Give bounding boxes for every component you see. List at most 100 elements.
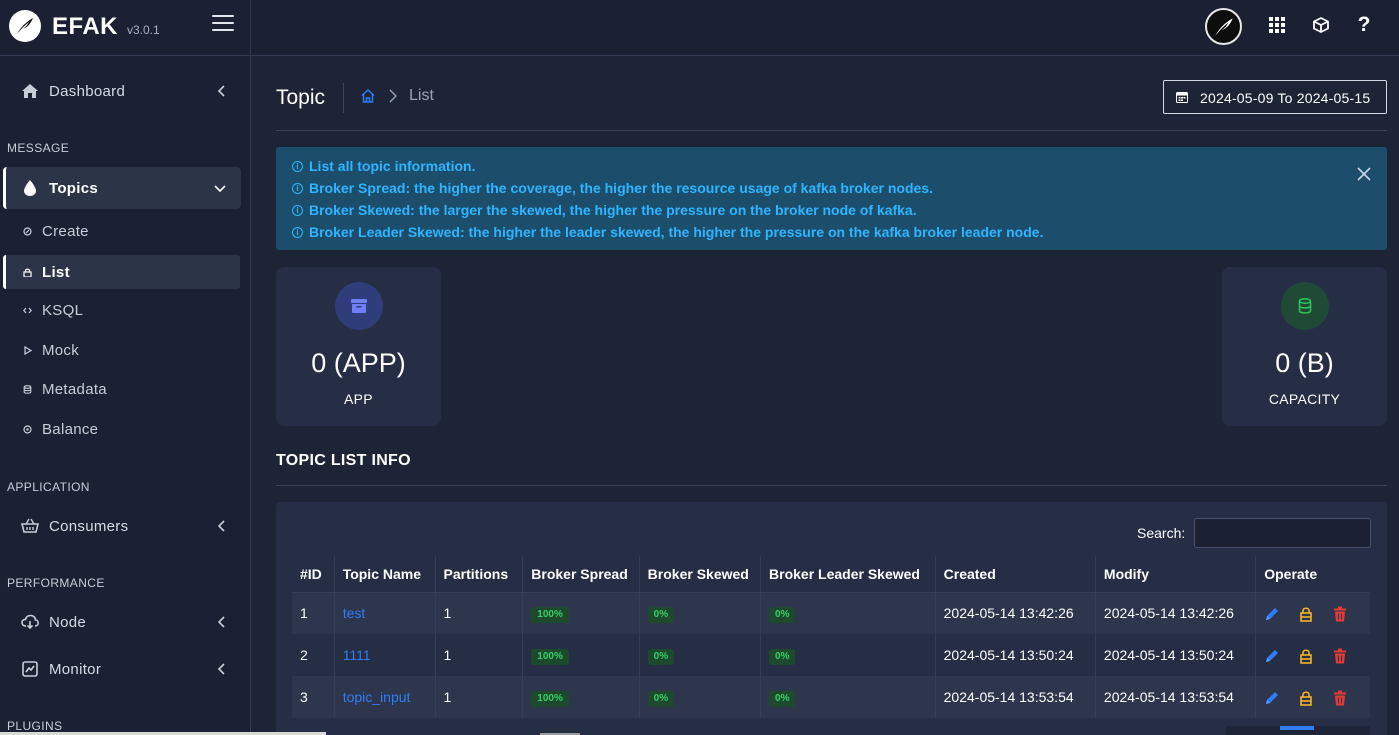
info-circle-icon: i — [292, 204, 303, 216]
cell-topic-name: test — [334, 592, 436, 634]
column-header[interactable]: Broker Spread — [522, 556, 640, 593]
play-icon — [23, 345, 32, 355]
table-row: 3 topic_input 1 100% 0% 0% 2024-05-14 13… — [292, 676, 1370, 718]
sidebar-subitem-ksql[interactable]: KSQL — [3, 293, 240, 327]
topic-name-link[interactable]: 1111 — [343, 647, 371, 663]
column-header[interactable]: Broker Skewed — [639, 556, 762, 593]
cloud-download-icon — [20, 612, 40, 632]
trash-icon[interactable] — [1332, 606, 1348, 622]
help-icon[interactable]: ? — [1353, 14, 1375, 36]
search-input[interactable] — [1194, 518, 1371, 548]
edit-pencil-icon[interactable] — [1264, 690, 1280, 706]
sidebar-subitem-metadata[interactable]: Metadata — [3, 372, 240, 406]
topic-name-link[interactable]: test — [343, 605, 366, 621]
column-header[interactable]: Modify — [1095, 556, 1257, 593]
alert-line: i Broker Leader Skewed: the higher the l… — [292, 224, 1043, 240]
column-header[interactable]: #ID — [292, 556, 335, 593]
pagination-active-page[interactable] — [1280, 726, 1314, 730]
sidebar-item-consumers[interactable]: Consumers — [3, 505, 241, 547]
droplet-icon — [20, 178, 40, 198]
cell-partitions: 1 — [435, 676, 524, 718]
column-header[interactable]: Topic Name — [334, 556, 436, 593]
divider — [276, 130, 1387, 131]
topic-table-card: Search: #ID Topic Name Partitions Broker… — [276, 502, 1387, 735]
close-icon[interactable] — [1357, 167, 1371, 181]
chevron-left-icon — [217, 616, 225, 628]
cell-partitions: 1 — [435, 634, 524, 676]
archive-icon — [335, 282, 383, 330]
user-avatar[interactable] — [1205, 8, 1242, 45]
date-range-picker[interactable]: 2024-05-09 To 2024-05-15 — [1163, 80, 1387, 114]
trash-icon[interactable] — [1332, 690, 1348, 706]
cell-created: 2024-05-14 13:53:54 — [935, 676, 1096, 718]
menu-toggle-icon[interactable] — [212, 15, 234, 35]
cell-partitions: 1 — [435, 592, 524, 634]
column-header: Operate — [1255, 556, 1370, 593]
alert-line: i Broker Spread: the higher the coverage… — [292, 180, 933, 196]
sidebar-subitem-label: Metadata — [42, 380, 107, 398]
sidebar-item-node[interactable]: Node — [3, 601, 241, 643]
sidebar-item-topics[interactable]: Topics — [3, 167, 241, 209]
basket-icon — [20, 516, 40, 536]
leader-skewed-badge: 0% — [769, 606, 796, 623]
cell-modify: 2024-05-14 13:42:26 — [1095, 592, 1257, 634]
lock-icon[interactable] — [1298, 606, 1314, 622]
sidebar-subitem-label: Create — [42, 222, 89, 240]
sidebar-item-label: Topics — [49, 179, 99, 197]
column-header[interactable]: Created — [935, 556, 1096, 593]
chevron-left-icon — [217, 663, 225, 675]
sidebar-subitem-create[interactable]: Create — [3, 214, 240, 248]
lock-icon[interactable] — [1298, 648, 1314, 664]
breadcrumb-divider — [343, 83, 344, 113]
cell-created: 2024-05-14 13:42:26 — [935, 592, 1096, 634]
table-header-row: #ID Topic Name Partitions Broker Spread … — [292, 556, 1370, 593]
cell-id: 2 — [292, 634, 335, 676]
cell-operate — [1255, 592, 1370, 634]
breadcrumb-home-icon[interactable] — [360, 88, 376, 104]
sidebar-item-dashboard[interactable]: Dashboard — [3, 70, 241, 112]
cell-topic-name: 1111 — [334, 634, 436, 676]
info-circle-icon: i — [292, 182, 303, 194]
broker-skewed-badge: 0% — [647, 648, 675, 665]
edit-pencil-icon[interactable] — [1264, 606, 1280, 622]
sidebar-subitem-balance[interactable]: Balance — [3, 412, 240, 446]
calendar-icon — [1176, 92, 1188, 103]
section-title-plugins: PLUGINS — [7, 719, 63, 733]
leader-skewed-badge: 0% — [769, 648, 796, 665]
efak-logo-icon[interactable] — [9, 10, 41, 42]
chevron-left-icon — [217, 520, 225, 532]
cell-topic-name: topic_input — [334, 676, 436, 718]
alert-line: i Broker Skewed: the larger the skewed, … — [292, 202, 917, 218]
lock-icon[interactable] — [1298, 690, 1314, 706]
chart-monitor-icon — [20, 659, 40, 679]
column-header[interactable]: Broker Leader Skewed — [760, 556, 936, 593]
stat-value: 0 (B) — [1275, 348, 1334, 378]
stat-card-capacity: 0 (B) CAPACITY — [1222, 267, 1387, 426]
sidebar-subitem-list[interactable]: List — [3, 255, 240, 289]
cell-broker-spread: 100% — [522, 592, 640, 634]
sidebar-item-monitor[interactable]: Monitor — [3, 648, 241, 690]
sidebar-item-label: Node — [49, 613, 87, 631]
page-title: Topic — [276, 86, 326, 109]
cell-id: 3 — [292, 676, 335, 718]
topic-name-link[interactable]: topic_input — [343, 689, 411, 705]
brand-version: v3.0.1 — [127, 23, 160, 37]
broker-skewed-badge: 0% — [647, 606, 675, 623]
column-header[interactable]: Partitions — [435, 556, 524, 593]
search-label: Search: — [1137, 525, 1186, 541]
trash-icon[interactable] — [1332, 648, 1348, 664]
sidebar-subitem-mock[interactable]: Mock — [3, 333, 240, 367]
broker-spread-badge: 100% — [531, 690, 569, 707]
cell-broker-spread: 100% — [522, 634, 640, 676]
main-content: Topic List 2024-05-09 To 2024-05-15 i Li… — [252, 56, 1399, 735]
cell-modify: 2024-05-14 13:50:24 — [1095, 634, 1257, 676]
cube-icon[interactable] — [1310, 14, 1332, 36]
sidebar-item-label: Consumers — [49, 517, 129, 535]
apps-grid-icon[interactable] — [1266, 14, 1288, 36]
edit-icon — [23, 226, 32, 236]
breadcrumb-chevron-icon — [389, 89, 397, 103]
alert-text: Broker Leader Skewed: the higher the lea… — [309, 224, 1044, 240]
chevron-left-icon — [217, 85, 225, 97]
pagination[interactable] — [1226, 726, 1370, 735]
edit-pencil-icon[interactable] — [1264, 648, 1280, 664]
